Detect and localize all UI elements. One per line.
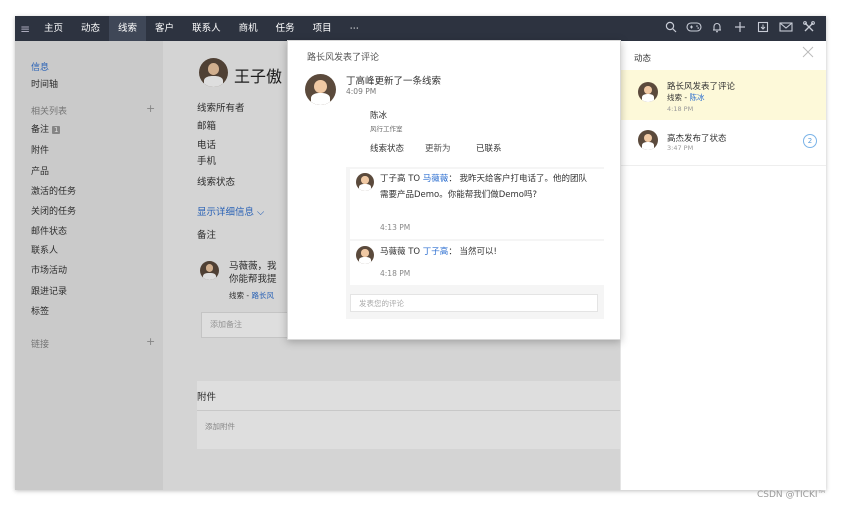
update-time: 4:09 PM [346, 87, 377, 96]
main-menu: ≡ 主页 动态 线索 客户 联系人 商机 任务 项目 ⋯ [15, 16, 368, 41]
comment-item: 丁子高 TO 马薇薇： 我昨天给客户打电话了。他的团队 需要产品Demo。你能帮… [350, 169, 604, 239]
activity-item-title: 路长风发表了评论 [667, 82, 736, 92]
comment-to-link[interactable]: 马薇薇 [423, 174, 449, 184]
comment-avatar [356, 173, 374, 191]
comment-text-cont: 需要产品Demo。你能帮我们做Demo吗? [380, 190, 538, 200]
hamburger-menu-icon[interactable]: ≡ [15, 22, 35, 36]
comment-text: ： 我昨天给客户打电话了。他的团队 [448, 174, 588, 184]
comment-line-1: 马薇薇 TO 丁子高： 当然可以! [380, 245, 497, 257]
export-icon[interactable] [751, 21, 774, 36]
lead-company: 风行工作室 [370, 125, 403, 133]
new-value: 已联系 [476, 144, 502, 154]
activity-item-time: 4:18 PM [667, 105, 694, 113]
nav-tasks[interactable]: 任务 [267, 16, 304, 41]
nav-projects[interactable]: 项目 [304, 16, 341, 41]
comment-avatar [356, 246, 374, 264]
nav-leads[interactable]: 线索 [109, 16, 147, 41]
tools-icon[interactable] [797, 21, 820, 36]
activity-item-meta-prefix: 线索 - [667, 93, 690, 102]
activity-item[interactable]: 高杰发布了状态 3:47 PM 2 [621, 125, 826, 166]
activity-item-meta-link[interactable]: 陈冰 [689, 93, 704, 102]
nav-home[interactable]: 主页 [35, 16, 72, 41]
activity-title: 动态 [634, 54, 652, 64]
comment-time: 4:18 PM [380, 269, 411, 278]
activity-panel: 动态 路长风发表了评论 线索 - 陈冰 4:18 PM 高杰发布了状态 3:47… [620, 41, 826, 490]
activity-avatar [638, 130, 658, 150]
nav-feed[interactable]: 动态 [72, 16, 109, 41]
lead-name-link[interactable]: 陈冰 [370, 109, 387, 121]
activity-item-time: 3:47 PM [667, 144, 694, 152]
comment-to-link[interactable]: 丁子高 [423, 247, 449, 257]
bell-icon[interactable] [705, 21, 728, 36]
activity-item[interactable]: 路长风发表了评论 线索 - 陈冰 4:18 PM [621, 70, 826, 120]
top-nav-bar: ≡ 主页 动态 线索 客户 联系人 商机 任务 项目 ⋯ [15, 16, 826, 41]
csdn-watermark: CSDN @TICKI™ [757, 490, 827, 500]
changed-field: 线索状态 [370, 144, 405, 154]
activity-count-badge[interactable]: 2 [803, 134, 817, 148]
comment-time: 4:13 PM [380, 223, 411, 232]
nav-opportunities[interactable]: 商机 [230, 16, 267, 41]
activity-item-meta: 线索 - 陈冰 [667, 92, 704, 103]
popup-header: 路长风发表了评论 [307, 53, 380, 63]
comment-from: 马薇薇 TO [380, 247, 423, 257]
activity-avatar [638, 82, 658, 102]
top-tools [659, 16, 820, 41]
mail-icon[interactable] [774, 21, 797, 36]
comment-text: ： 当然可以! [448, 247, 497, 257]
nav-more[interactable]: ⋯ [341, 16, 369, 41]
comment-popup: 路长风发表了评论 丁高峰更新了一条线索 4:09 PM 陈冰 风行工作室 线索状… [287, 40, 621, 340]
nav-customers[interactable]: 客户 [146, 16, 183, 41]
changed-to-label: 更新为 [425, 144, 451, 154]
comment-thread: 丁子高 TO 马薇薇： 我昨天给客户打电话了。他的团队 需要产品Demo。你能帮… [346, 167, 604, 319]
update-title: 丁高峰更新了一条线索 [346, 76, 442, 87]
gamepad-icon[interactable] [682, 21, 705, 36]
reply-comment-input[interactable]: 发表您的评论 [350, 294, 598, 312]
activity-item-title: 高杰发布了状态 [667, 134, 727, 144]
comment-line-1: 丁子高 TO 马薇薇： 我昨天给客户打电话了。他的团队 [380, 172, 587, 184]
plus-icon[interactable] [728, 21, 751, 36]
comment-from: 丁子高 TO [380, 174, 423, 184]
search-icon[interactable] [659, 21, 682, 36]
nav-contacts[interactable]: 联系人 [183, 16, 230, 41]
close-icon[interactable] [802, 46, 814, 61]
updater-avatar [305, 74, 336, 105]
comment-item: 马薇薇 TO 丁子高： 当然可以! 4:18 PM [350, 241, 604, 285]
